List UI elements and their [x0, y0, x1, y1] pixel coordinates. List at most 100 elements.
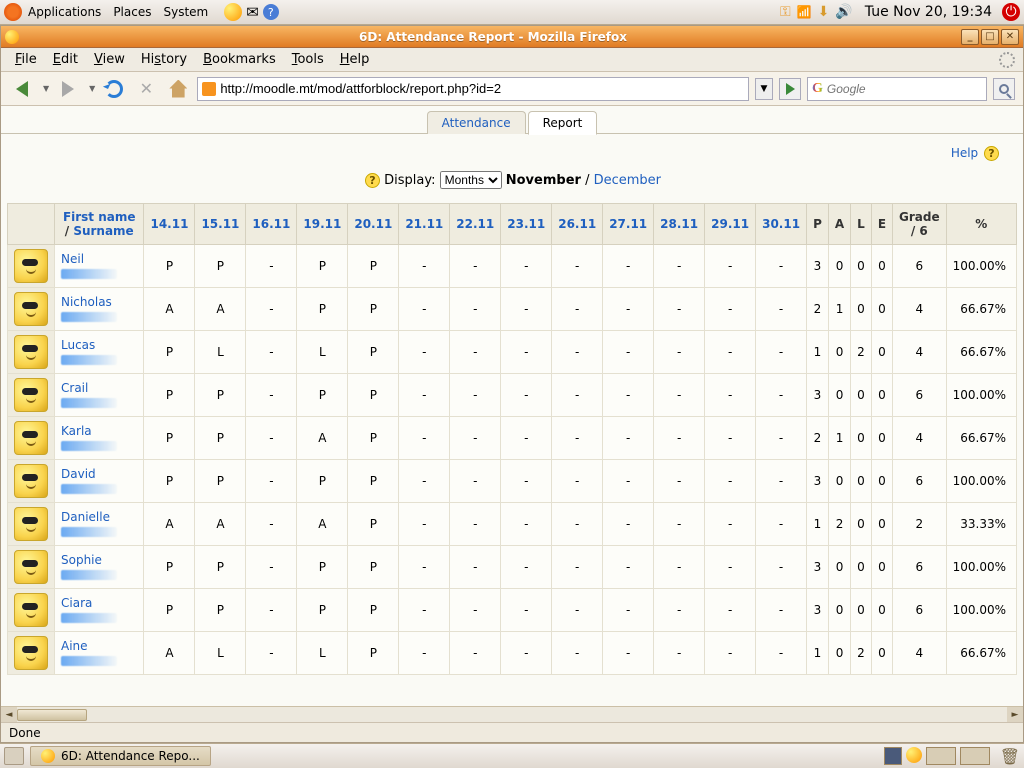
- places-menu[interactable]: Places: [113, 5, 151, 19]
- student-link[interactable]: Nicholas: [61, 295, 112, 309]
- menu-file[interactable]: File: [9, 50, 43, 69]
- menu-history[interactable]: History: [135, 50, 193, 69]
- close-button[interactable]: ✕: [1001, 29, 1019, 45]
- volume-icon[interactable]: 🔊: [835, 4, 852, 20]
- scroll-right-button[interactable]: ►: [1007, 707, 1023, 722]
- back-button[interactable]: [9, 76, 35, 102]
- go-button[interactable]: [779, 78, 801, 100]
- power-icon[interactable]: ⏻: [1002, 3, 1020, 21]
- student-link[interactable]: Crail: [61, 381, 88, 395]
- col-avatar[interactable]: [8, 204, 55, 245]
- avatar-icon[interactable]: [14, 378, 48, 412]
- avatar-icon[interactable]: [14, 464, 48, 498]
- col-date-9[interactable]: 27.11: [603, 204, 654, 245]
- student-link[interactable]: David: [61, 467, 96, 481]
- trash-icon[interactable]: 🗑: [1000, 747, 1020, 766]
- back-dropdown[interactable]: ▼: [43, 84, 49, 93]
- avatar-icon[interactable]: [14, 593, 48, 627]
- help-link[interactable]: Help: [951, 146, 978, 160]
- mark-cell: -: [654, 288, 705, 331]
- scroll-thumb[interactable]: [17, 709, 87, 721]
- student-link[interactable]: Lucas: [61, 338, 95, 352]
- url-bar[interactable]: [197, 77, 749, 101]
- col-grade[interactable]: Grade / 6: [893, 204, 947, 245]
- scroll-left-button[interactable]: ◄: [1, 707, 17, 722]
- student-link[interactable]: Ciara: [61, 596, 92, 610]
- month-december-link[interactable]: December: [594, 173, 661, 188]
- system-menu[interactable]: System: [163, 5, 208, 19]
- avatar-icon[interactable]: [14, 335, 48, 369]
- show-desktop-button[interactable]: [4, 747, 24, 765]
- col-date-6[interactable]: 22.11: [450, 204, 501, 245]
- google-icon[interactable]: G: [812, 81, 823, 97]
- search-input[interactable]: [827, 82, 984, 96]
- mail-launcher-icon[interactable]: ✉: [246, 3, 259, 21]
- help-launcher-icon[interactable]: ?: [263, 4, 279, 20]
- tab-report[interactable]: Report: [528, 111, 598, 135]
- student-link[interactable]: Aine: [61, 639, 88, 653]
- network-icon[interactable]: 📶: [797, 5, 812, 19]
- col-A[interactable]: A: [828, 204, 850, 245]
- student-link[interactable]: Danielle: [61, 510, 110, 524]
- search-bar[interactable]: G: [807, 77, 987, 101]
- clock[interactable]: Tue Nov 20, 19:34: [865, 4, 992, 20]
- url-dropdown[interactable]: ▼: [755, 78, 773, 100]
- reload-button[interactable]: [101, 76, 127, 102]
- apps-menu[interactable]: Applications: [28, 5, 101, 19]
- firefox-tray-icon[interactable]: [906, 747, 922, 763]
- workspace-switcher-icon[interactable]: [884, 747, 902, 765]
- display-select[interactable]: Months: [440, 171, 502, 189]
- mark-cell: -: [246, 503, 297, 546]
- menu-tools[interactable]: Tools: [286, 50, 330, 69]
- menu-bookmarks[interactable]: Bookmarks: [197, 50, 282, 69]
- horizontal-scrollbar[interactable]: ◄ ►: [1, 706, 1023, 722]
- col-date-5[interactable]: 21.11: [399, 204, 450, 245]
- col-date-11[interactable]: 29.11: [705, 204, 756, 245]
- tab-attendance[interactable]: Attendance: [427, 111, 526, 134]
- col-date-8[interactable]: 26.11: [552, 204, 603, 245]
- maximize-button[interactable]: □: [981, 29, 999, 45]
- student-link[interactable]: Sophie: [61, 553, 102, 567]
- mark-cell: -: [246, 460, 297, 503]
- col-date-0[interactable]: 14.11: [144, 204, 195, 245]
- col-date-12[interactable]: 30.11: [756, 204, 807, 245]
- col-pct[interactable]: %: [946, 204, 1016, 245]
- avatar-icon[interactable]: [14, 421, 48, 455]
- avatar-icon[interactable]: [14, 550, 48, 584]
- keyring-icon[interactable]: ⚿: [780, 4, 791, 20]
- help-icon[interactable]: ?: [984, 146, 999, 161]
- col-date-1[interactable]: 15.11: [195, 204, 246, 245]
- menu-edit[interactable]: Edit: [47, 50, 84, 69]
- avatar-icon[interactable]: [14, 292, 48, 326]
- display-help-icon[interactable]: ?: [365, 173, 380, 188]
- col-date-3[interactable]: 19.11: [297, 204, 348, 245]
- workspace-2[interactable]: [960, 747, 990, 765]
- minimize-button[interactable]: _: [961, 29, 979, 45]
- col-date-10[interactable]: 28.11: [654, 204, 705, 245]
- avatar-icon[interactable]: [14, 507, 48, 541]
- col-L[interactable]: L: [851, 204, 872, 245]
- workspace-1[interactable]: [926, 747, 956, 765]
- avatar-icon[interactable]: [14, 636, 48, 670]
- window-titlebar[interactable]: 6D: Attendance Report - Mozilla Firefox …: [1, 26, 1023, 48]
- stat-p: 3: [807, 374, 829, 417]
- firefox-launcher-icon[interactable]: [224, 3, 242, 21]
- col-E[interactable]: E: [871, 204, 892, 245]
- menu-help[interactable]: Help: [334, 50, 376, 69]
- updates-icon[interactable]: ⬇: [818, 4, 830, 20]
- home-button[interactable]: [165, 76, 191, 102]
- search-button[interactable]: [993, 78, 1015, 100]
- avatar-icon[interactable]: [14, 249, 48, 283]
- student-link[interactable]: Neil: [61, 252, 84, 266]
- col-date-7[interactable]: 23.11: [501, 204, 552, 245]
- col-name[interactable]: First name / Surname: [55, 204, 144, 245]
- student-link[interactable]: Karla: [61, 424, 92, 438]
- pct-cell: 66.67%: [946, 632, 1016, 675]
- col-P[interactable]: P: [807, 204, 829, 245]
- taskbar-item-firefox[interactable]: 6D: Attendance Repo...: [30, 746, 211, 766]
- url-input[interactable]: [220, 81, 744, 96]
- stat-a: 0: [828, 331, 850, 374]
- col-date-4[interactable]: 20.11: [348, 204, 399, 245]
- menu-view[interactable]: View: [88, 50, 131, 69]
- col-date-2[interactable]: 16.11: [246, 204, 297, 245]
